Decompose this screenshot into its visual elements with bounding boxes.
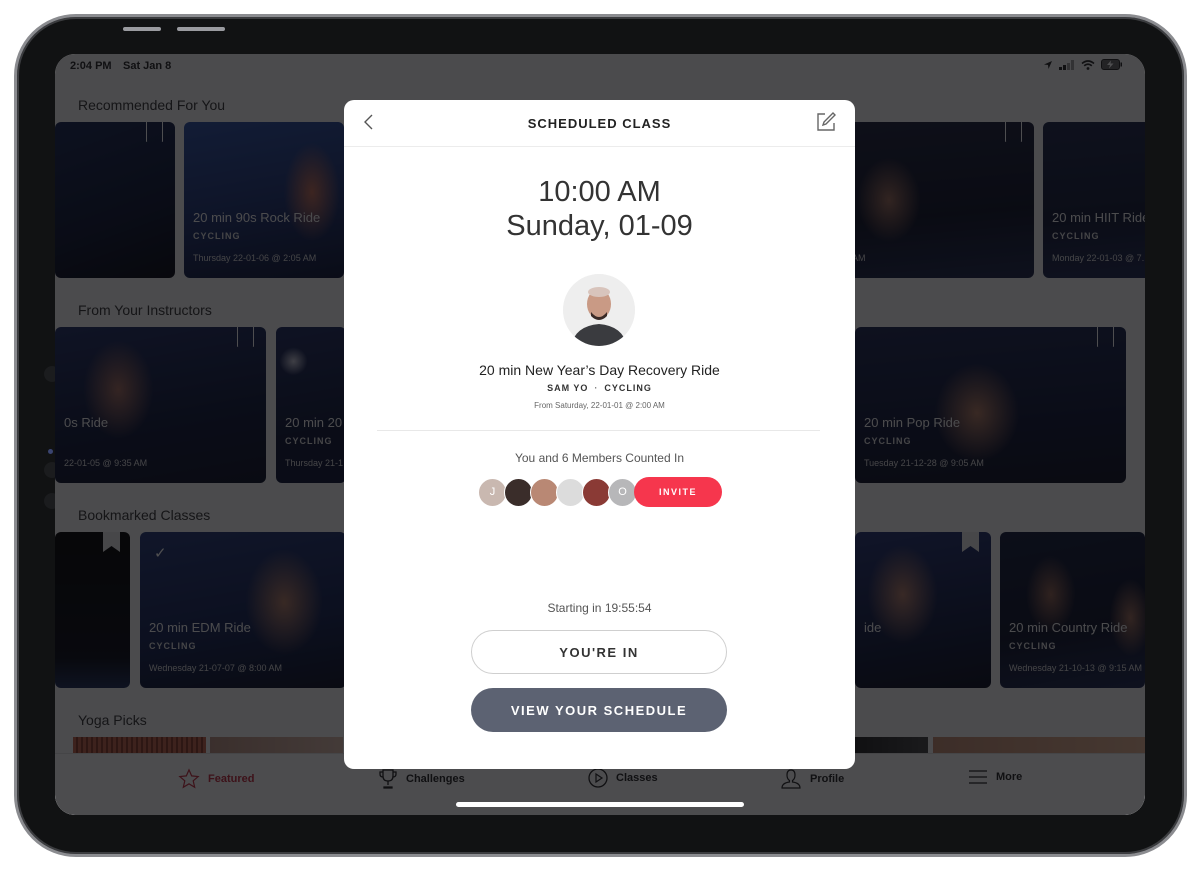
modal-title: SCHEDULED CLASS	[527, 116, 672, 131]
members-counted-in: You and 6 Members Counted In	[514, 451, 684, 465]
view-schedule-button[interactable]: VIEW YOUR SCHEDULE	[471, 688, 727, 732]
invite-button[interactable]: INVITE	[634, 477, 722, 507]
modal-header: SCHEDULED CLASS	[344, 100, 855, 147]
edit-icon[interactable]	[815, 111, 837, 133]
member-avatar[interactable]: O	[608, 477, 637, 507]
divider	[377, 430, 820, 431]
instructor-avatar	[563, 274, 635, 346]
member-avatar[interactable]	[582, 477, 611, 507]
original-airdate: From Saturday, 22-01-01 @ 2:00 AM	[534, 401, 665, 410]
class-title: 20 min New Year’s Day Recovery Ride	[479, 362, 720, 378]
instructor-photo	[563, 274, 635, 346]
countdown-text: Starting in 19:55:54	[547, 601, 652, 615]
volume-button	[123, 27, 161, 31]
scheduled-class-modal: SCHEDULED CLASS 10:00 AM Sunday, 01-09 2…	[344, 100, 855, 769]
home-indicator[interactable]	[456, 802, 744, 807]
member-avatars[interactable]: J O INVITE	[478, 477, 722, 507]
class-date: Sunday, 01-09	[506, 210, 693, 242]
class-time: 10:00 AM	[538, 176, 661, 208]
camera-lens	[48, 449, 53, 454]
class-meta: SAM YO · CYCLING	[344, 383, 855, 393]
youre-in-button[interactable]: YOU'RE IN	[471, 630, 727, 674]
volume-button	[177, 27, 225, 31]
member-avatar[interactable]: J	[478, 477, 507, 507]
member-avatar[interactable]	[530, 477, 559, 507]
member-avatar[interactable]	[504, 477, 533, 507]
app-screen: 2:04 PM Sat Jan 8 Recommended For You 20…	[55, 54, 1145, 815]
class-category: CYCLING	[604, 383, 652, 393]
member-avatar[interactable]	[556, 477, 585, 507]
instructor-name[interactable]: SAM YO	[547, 383, 588, 393]
meta-separator: ·	[594, 383, 599, 393]
